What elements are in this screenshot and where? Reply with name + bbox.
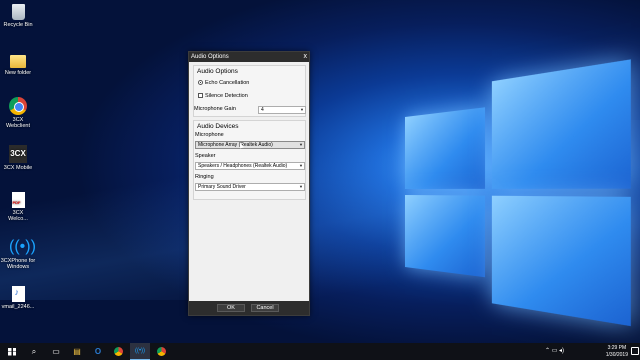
microphone-gain-value: 4 [261, 107, 264, 113]
ringing-select[interactable]: Primary Sound Driver ▼ [195, 183, 305, 191]
ringing-label: Ringing [195, 174, 214, 180]
search-icon[interactable]: ⌕ [24, 343, 44, 360]
folder-icon [10, 55, 26, 68]
speaker-select[interactable]: Speakers / Headphones (Realtek Audio) ▼ [195, 162, 305, 170]
desktop-icon-label: 3CXPhone for Windows [0, 258, 36, 270]
file-explorer-icon[interactable]: ▤ [67, 343, 87, 360]
ok-button[interactable]: OK [217, 304, 245, 312]
radio-selected-icon[interactable] [198, 80, 203, 86]
audio-options-dialog: Audio Options x Audio Options Echo Cance… [188, 51, 310, 316]
desktop-icon-new-folder[interactable]: New folder [0, 52, 36, 76]
notification-icon[interactable] [631, 347, 639, 355]
chrome-icon [9, 97, 27, 115]
desktop-icon-label: 3CX Welco... [8, 210, 28, 222]
microphone-label: Microphone [195, 132, 224, 138]
microphone-select[interactable]: Microphone Array (Realtek Audio) ▼ [195, 141, 305, 149]
microphone-gain-select[interactable]: 4 ▼ [258, 106, 306, 114]
windows-logo-wallpaper [405, 59, 631, 327]
silence-detection-label: Silence Detection [205, 93, 248, 99]
desktop-icon-3cx-welcome[interactable]: 3CX Welco... [0, 192, 36, 222]
outlook-icon[interactable]: O [88, 343, 108, 360]
chrome-icon [156, 347, 166, 357]
dialog-button-bar: OK Cancel [189, 301, 309, 315]
taskbar-chrome-button-2[interactable] [151, 343, 171, 360]
audio-file-icon [11, 286, 25, 302]
system-tray-icons[interactable]: ⌃ ▭ ◂) [545, 343, 564, 360]
desktop-icon-label: New folder [4, 70, 32, 76]
close-icon[interactable]: x [304, 52, 308, 62]
desktop-icon-label: 3CX Mobile [3, 165, 33, 171]
microphone-gain-label: Microphone Gain [194, 106, 236, 112]
desktop-icon-3cx-webclient[interactable]: 3CX Webclient [0, 97, 36, 129]
3cxphone-taskbar-icon[interactable]: ((•)) [130, 343, 150, 360]
echo-cancellation-label: Echo Cancellation [205, 80, 250, 86]
desktop-icon-recycle-bin[interactable]: Recycle Bin [0, 4, 36, 28]
group-title: Audio Options [197, 68, 238, 75]
audio-options-group: Audio Options Echo Cancellation Silence … [193, 65, 306, 117]
wifi-phone-icon: ((•)) [9, 238, 36, 255]
pdf-icon [11, 192, 25, 208]
microphone-value: Microphone Array (Realtek Audio) [198, 142, 273, 148]
audio-devices-group: Audio Devices Microphone Microphone Arra… [193, 120, 306, 200]
clock-date: 1/30/2019 [605, 351, 628, 358]
taskbar-chrome-button[interactable] [108, 343, 128, 360]
dialog-titlebar[interactable]: Audio Options x [189, 52, 309, 62]
start-button[interactable] [2, 343, 22, 360]
desktop-icon-vmail[interactable]: vmail_2246... [0, 286, 36, 310]
checkbox-icon[interactable] [198, 93, 203, 99]
chevron-down-icon: ▼ [299, 184, 303, 189]
desktop-icon-label: 3CX Webclient [5, 117, 31, 129]
recycle-bin-icon [11, 4, 25, 20]
desktop-icon-label: Recycle Bin [3, 22, 33, 28]
chevron-down-icon: ▼ [300, 107, 304, 112]
clock-time: 3:29 PM [607, 345, 627, 351]
echo-cancellation-option[interactable]: Echo Cancellation [198, 80, 249, 87]
chevron-down-icon: ▼ [299, 142, 303, 147]
speaker-label: Speaker [195, 153, 216, 159]
taskbar: ⌕ ▭ ▤ O ((•)) ⌃ ▭ ◂) 3:29 PM 1/30/2019 [0, 343, 640, 360]
desktop: Recycle Bin New folder 3CX Webclient 3CX… [0, 0, 640, 343]
task-view-icon[interactable]: ▭ [46, 343, 66, 360]
chevron-down-icon: ▼ [299, 163, 303, 168]
chrome-icon [113, 347, 123, 357]
dialog-title: Audio Options [191, 54, 229, 60]
desktop-icon-3cx-mobile[interactable]: 3CX 3CX Mobile [0, 145, 36, 171]
3cx-icon: 3CX [9, 145, 27, 163]
speaker-value: Speakers / Headphones (Realtek Audio) [198, 163, 288, 169]
desktop-icon-label: vmail_2246... [1, 304, 35, 310]
group-title: Audio Devices [197, 123, 239, 130]
desktop-icon-3cxphone[interactable]: ((•)) 3CXPhone for Windows [0, 238, 36, 270]
cancel-button[interactable]: Cancel [251, 304, 279, 312]
ringing-value: Primary Sound Driver [198, 184, 246, 190]
silence-detection-option[interactable]: Silence Detection [198, 93, 248, 100]
windows-start-icon [8, 347, 16, 356]
taskbar-clock[interactable]: 3:29 PM 1/30/2019 [606, 345, 628, 358]
